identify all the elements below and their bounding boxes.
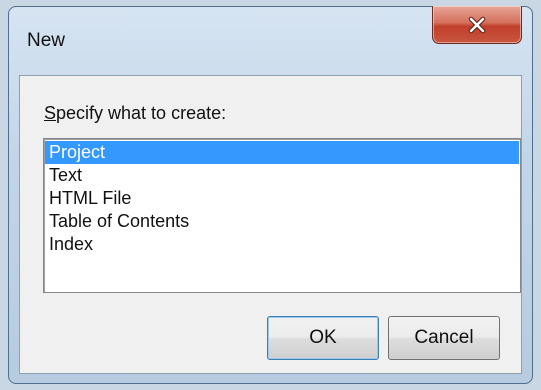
- dialog-content: Specify what to create: Project Text HTM…: [19, 75, 522, 374]
- list-item-html-file[interactable]: HTML File: [45, 187, 519, 210]
- title-bar[interactable]: New: [9, 6, 532, 77]
- ok-button[interactable]: OK: [267, 316, 379, 360]
- list-item-text[interactable]: Text: [45, 164, 519, 187]
- prompt-label: Specify what to create:: [44, 103, 226, 124]
- close-icon: [468, 16, 486, 33]
- create-type-listbox[interactable]: Project Text HTML File Table of Contents…: [43, 138, 521, 293]
- list-item-project[interactable]: Project: [45, 141, 519, 164]
- cancel-button[interactable]: Cancel: [388, 316, 500, 360]
- prompt-accelerator: S: [44, 103, 57, 123]
- list-item-table-of-contents[interactable]: Table of Contents: [45, 210, 519, 233]
- close-button[interactable]: [432, 6, 522, 44]
- list-item-index[interactable]: Index: [45, 233, 519, 256]
- dialog-window: New Specify what to create: Project Text…: [8, 6, 533, 384]
- prompt-text: pecify what to create:: [56, 103, 227, 123]
- window-title: New: [27, 30, 66, 51]
